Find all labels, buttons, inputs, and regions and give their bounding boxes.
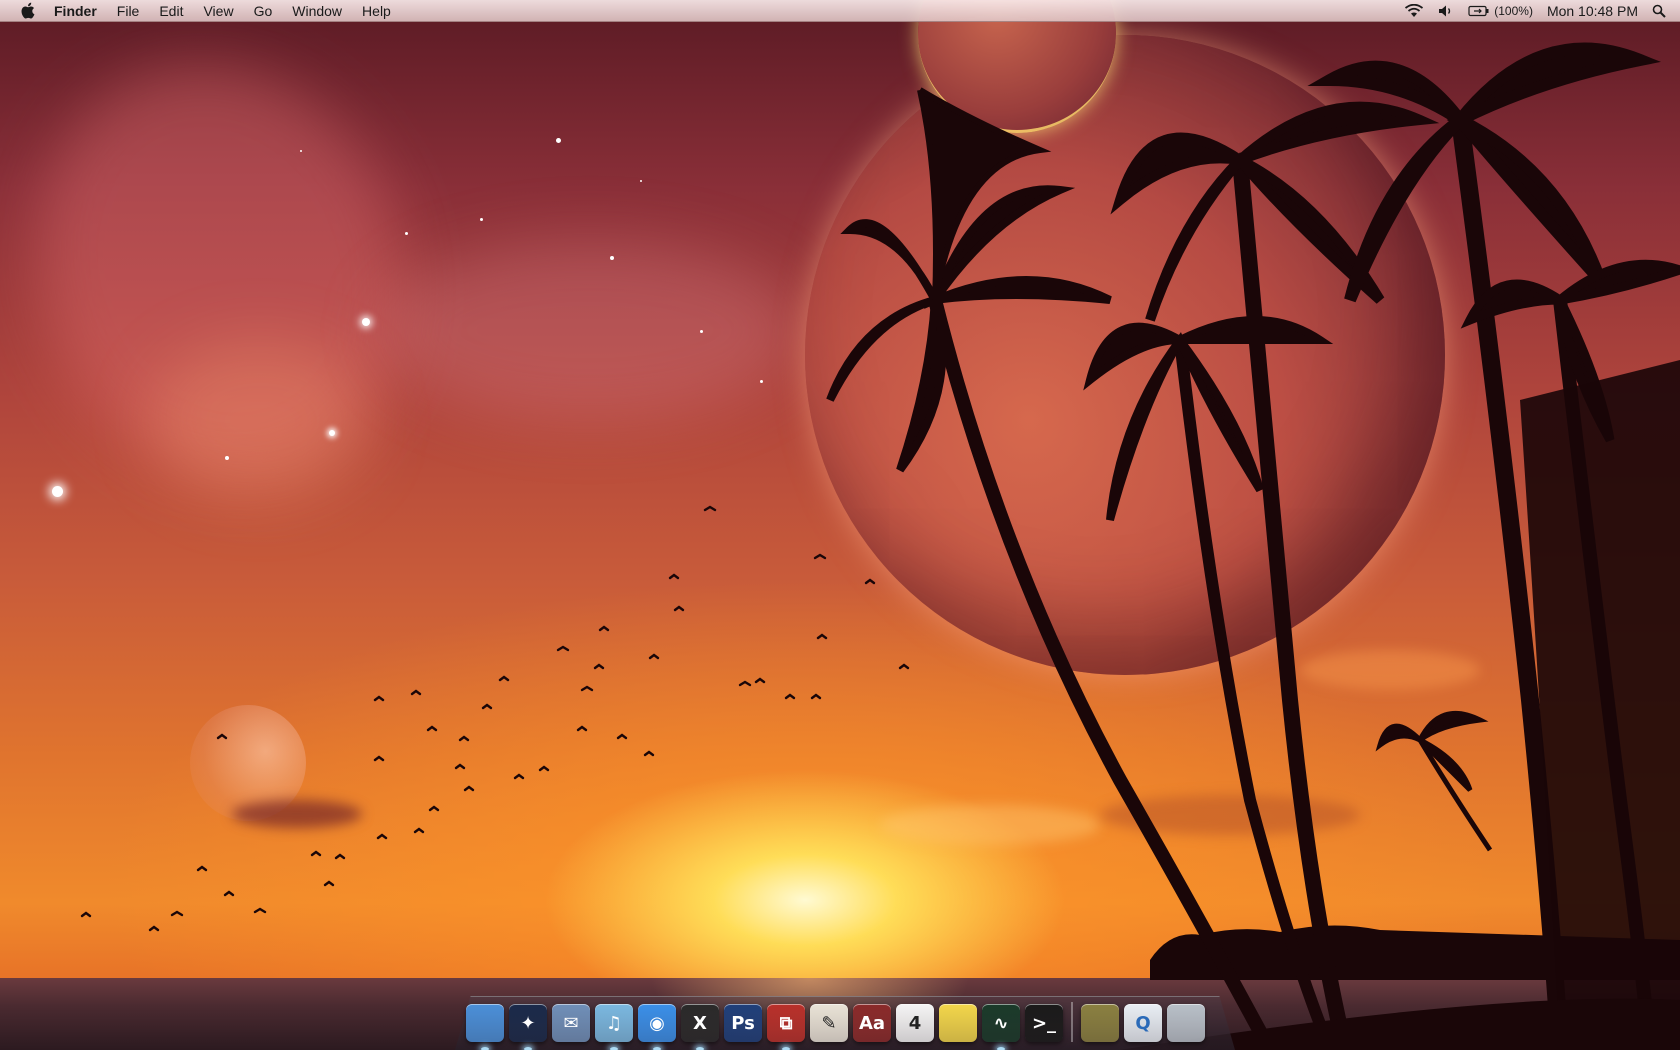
- dock-item-glyph: ♫: [605, 1012, 623, 1034]
- menubar-clock[interactable]: Mon 10:48 PM: [1547, 3, 1638, 19]
- menu-go[interactable]: Go: [254, 0, 273, 22]
- terminal-icon[interactable]: >_: [1025, 1004, 1063, 1042]
- dock-item-glyph: ◉: [649, 1012, 665, 1034]
- dock-item-glyph: X: [693, 1012, 707, 1034]
- menu-help[interactable]: Help: [362, 0, 391, 22]
- wifi-icon[interactable]: [1404, 3, 1424, 18]
- textedit-icon[interactable]: ✎: [810, 1004, 848, 1042]
- ichat-icon[interactable]: ◉: [638, 1004, 676, 1050]
- desktop-wallpaper: [0, 0, 1680, 1050]
- status-area: (100%) Mon 10:48 PM: [1390, 0, 1680, 22]
- parallels-icon[interactable]: ⧉: [767, 1004, 805, 1050]
- menu-window[interactable]: Window: [292, 0, 342, 22]
- downloads-stack-icon[interactable]: [1081, 1004, 1119, 1042]
- dock-item-glyph: ✉: [563, 1012, 579, 1034]
- activity-monitor-icon[interactable]: ∿: [982, 1004, 1020, 1050]
- dashboard-icon[interactable]: ✦: [509, 1004, 547, 1050]
- dock-item-glyph: ✦: [520, 1012, 536, 1034]
- menu-view[interactable]: View: [203, 0, 233, 22]
- dock-item-glyph: ✎: [821, 1012, 837, 1034]
- menu-bar: Finder File Edit View Go Window Help (10…: [0, 0, 1680, 22]
- battery-icon: [1468, 5, 1489, 16]
- apple-icon[interactable]: [18, 2, 36, 20]
- quicktime-movie-icon[interactable]: Q: [1124, 1004, 1162, 1042]
- palm-tree-silhouettes: [80, 42, 1680, 1050]
- ical-icon[interactable]: 4: [896, 1004, 934, 1042]
- photoshop-icon[interactable]: Ps: [724, 1004, 762, 1042]
- dock-item-glyph: ⧉: [779, 1012, 793, 1034]
- menu-file[interactable]: File: [117, 0, 140, 22]
- dock: ✦ ✉ ♫ ◉ X Ps ⧉ ✎ Aa 4 ∿ >_ Q: [466, 994, 1210, 1050]
- dock-separator: [1071, 1002, 1073, 1042]
- stickies-icon[interactable]: [939, 1004, 977, 1042]
- itunes-icon[interactable]: ♫: [595, 1004, 633, 1050]
- x11-chat-icon[interactable]: X: [681, 1004, 719, 1050]
- dock-item-glyph: Ps: [731, 1012, 755, 1034]
- trash-icon[interactable]: [1167, 1004, 1205, 1042]
- menu-edit[interactable]: Edit: [159, 0, 183, 22]
- dock-item-glyph: Q: [1135, 1012, 1151, 1034]
- battery-indicator[interactable]: (100%): [1468, 4, 1533, 18]
- dictionary-icon[interactable]: Aa: [853, 1004, 891, 1042]
- dock-item-glyph: 4: [908, 1012, 922, 1034]
- finder-icon[interactable]: [466, 1004, 504, 1050]
- volume-icon[interactable]: [1438, 4, 1454, 18]
- battery-percentage: (100%): [1494, 3, 1533, 18]
- dock-item-glyph: Aa: [858, 1012, 886, 1034]
- menu-app-finder[interactable]: Finder: [54, 0, 97, 22]
- dock-item-glyph: ∿: [993, 1012, 1009, 1034]
- mail-icon[interactable]: ✉: [552, 1004, 590, 1042]
- dock-item-glyph: >_: [1031, 1012, 1057, 1034]
- spotlight-icon[interactable]: [1652, 4, 1666, 18]
